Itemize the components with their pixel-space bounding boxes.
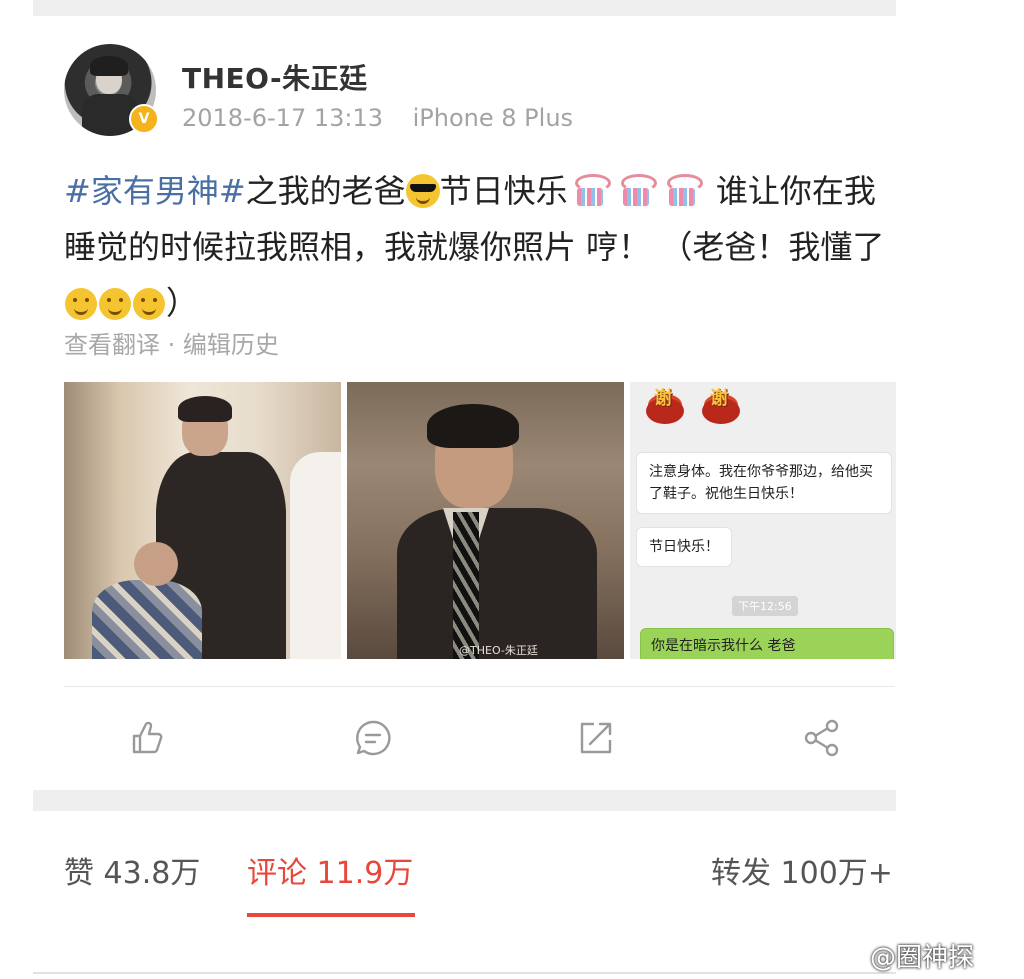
comment-button[interactable] xyxy=(353,718,393,758)
photo-man-hair xyxy=(178,396,232,422)
smile-emoji-icon xyxy=(133,288,165,320)
photo-wall xyxy=(290,452,341,659)
action-divider xyxy=(64,686,895,687)
comment-icon xyxy=(356,720,391,756)
smile-emoji-icon xyxy=(99,288,131,320)
tab-comments[interactable]: 评论 11.9万 xyxy=(247,848,413,892)
post-text-part4: ） xyxy=(166,284,199,322)
photo-hair xyxy=(427,404,519,448)
tab-likes[interactable]: 赞 43.8万 xyxy=(64,848,200,892)
chat-bubble-2: 节日快乐！ xyxy=(636,527,732,567)
post-device: iPhone 8 Plus xyxy=(412,104,574,132)
photo-tie xyxy=(453,512,479,659)
hashtag-link[interactable]: #家有男神# xyxy=(64,172,246,210)
chat-bubble-1: 注意身体。我在你爷爷那边，给他买了鞋子。祝他生日快乐！ xyxy=(636,452,892,514)
share-icon xyxy=(804,719,839,757)
thumbs-up-icon xyxy=(132,721,163,754)
author-name[interactable]: THEO-朱正廷 xyxy=(182,57,368,97)
photo-2[interactable]: @THEO-朱正廷 xyxy=(347,382,624,659)
thanks-sticker-icon xyxy=(700,384,742,426)
post-text-part2: 节日快乐 xyxy=(439,172,568,210)
photo-body xyxy=(397,508,597,659)
chat-bubble-3: 你是在暗示我什么 老爸 xyxy=(640,628,894,659)
active-tab-indicator xyxy=(247,913,415,917)
like-button[interactable] xyxy=(127,718,167,758)
post-text: #家有男神#之我的老爸 节日快乐 谁让你在我睡觉的时候拉我照相，我就爆你照片 哼！… xyxy=(64,163,894,331)
verified-badge-icon: V xyxy=(129,104,159,134)
post-text-part1: 之我的老爸 xyxy=(245,172,406,210)
watermark: @圈神探 xyxy=(870,943,975,973)
ribbon-emoji-icon xyxy=(663,172,703,208)
chat-time: 下午12:56 xyxy=(732,596,798,616)
tab-reposts[interactable]: 转发 100万+ xyxy=(711,848,893,892)
photo-3-chat-screenshot[interactable]: 注意身体。我在你爷爷那边，给他买了鞋子。祝他生日快乐！ 节日快乐！ 下午12:5… xyxy=(630,382,896,659)
share-button[interactable] xyxy=(802,718,842,758)
avatar-hair xyxy=(90,56,128,76)
post-timestamp: 2018-6-17 13:13 xyxy=(182,104,383,132)
sunglasses-emoji-icon xyxy=(405,174,440,208)
smile-emoji-icon xyxy=(65,288,97,320)
photo-watermark: @THEO-朱正廷 xyxy=(459,644,538,657)
ribbon-emoji-icon xyxy=(617,172,657,208)
thanks-sticker-icon xyxy=(644,384,686,426)
photo-kid-body xyxy=(92,580,202,659)
repost-icon xyxy=(580,722,612,754)
bottom-divider xyxy=(33,972,896,974)
top-separator xyxy=(33,0,896,16)
photo-1[interactable] xyxy=(64,382,341,659)
post-meta: 2018-6-17 13:13 iPhone 8 Plus xyxy=(182,104,573,132)
section-gap xyxy=(33,790,896,811)
ribbon-emoji-icon xyxy=(571,172,611,208)
translate-history-links[interactable]: 查看翻译 · 编辑历史 xyxy=(64,325,279,360)
photo-kid-head xyxy=(134,542,178,586)
repost-button[interactable] xyxy=(576,718,616,758)
